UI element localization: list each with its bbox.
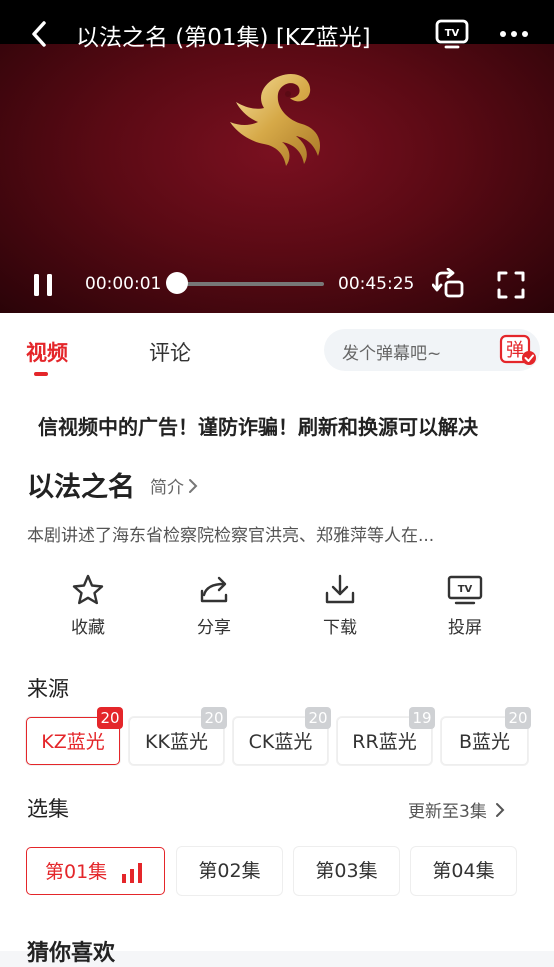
pause-icon[interactable]: [30, 272, 56, 298]
source-chip[interactable]: KK蓝光 20: [129, 717, 224, 765]
danmu-placeholder: 发个弹幕吧~: [342, 339, 441, 364]
source-label: KK蓝光: [145, 731, 208, 753]
cast-button[interactable]: TV 投屏: [415, 573, 515, 641]
share-button[interactable]: 分享: [164, 573, 264, 641]
phoenix-logo: [218, 68, 334, 168]
now-playing-icon: [120, 862, 146, 884]
notice-text: 信视频中的广告！谨防诈骗！刷新和换源可以解决: [38, 411, 478, 439]
intro-link[interactable]: 简介: [150, 473, 198, 498]
episode-count-badge: 19: [409, 707, 435, 729]
source-label: CK蓝光: [249, 731, 313, 753]
source-chip[interactable]: CK蓝光 20: [233, 717, 328, 765]
update-status: 更新至3集: [408, 797, 487, 822]
chevron-right-icon: [495, 802, 505, 818]
show-title: 以法之名: [27, 465, 135, 504]
episode-list: 第01集 第02集 第03集 第04集: [26, 847, 546, 897]
more-icon[interactable]: [496, 20, 532, 48]
danmu-input[interactable]: 发个弹幕吧~ 弹: [324, 329, 540, 371]
episodes-heading: 选集: [27, 793, 69, 823]
source-chip[interactable]: RR蓝光 19: [337, 717, 432, 765]
tab-video[interactable]: 视频: [26, 337, 68, 367]
tv-cast-icon[interactable]: TV: [434, 18, 470, 50]
show-description: 本剧讲述了海东省检察院检察官洪亮、郑雅萍等人在...: [27, 521, 527, 546]
danmu-toggle-icon[interactable]: 弹: [498, 333, 538, 367]
total-time: 00:45:25: [338, 274, 414, 294]
rotate-screen-icon[interactable]: [432, 268, 466, 302]
sources-heading: 来源: [27, 673, 69, 703]
episode-label: 第03集: [315, 860, 377, 882]
tab-bar: 视频 评论 发个弹幕吧~ 弹: [0, 313, 554, 387]
progress-knob[interactable]: [166, 272, 188, 294]
danmu-button-label: 弹: [506, 340, 524, 361]
share-icon: [197, 573, 231, 607]
current-time: 00:00:01: [85, 274, 161, 294]
episode-chip[interactable]: 第01集: [26, 847, 165, 895]
favorite-label: 收藏: [38, 613, 138, 638]
favorite-button[interactable]: 收藏: [38, 573, 138, 641]
download-button[interactable]: 下载: [290, 573, 390, 641]
episode-chip[interactable]: 第02集: [177, 847, 282, 895]
notice-marquee: 信视频中的广告！谨防诈骗！刷新和换源可以解决: [28, 409, 522, 439]
cast-label: 投屏: [415, 613, 515, 638]
source-label: B蓝光: [459, 731, 510, 753]
star-icon: [71, 573, 105, 607]
player-controls: 00:00:01 00:45:25: [0, 262, 554, 306]
tab-comments[interactable]: 评论: [149, 337, 191, 367]
video-player[interactable]: 以法之名 (第01集) [KZ蓝光] TV 00:00:01 00:45:25: [0, 0, 554, 313]
episode-chip[interactable]: 第03集: [294, 847, 399, 895]
content-panel: 信视频中的广告！谨防诈骗！刷新和换源可以解决 以法之名 简介 本剧讲述了海东省检…: [0, 387, 554, 951]
action-row: 收藏 分享 下载 TV 投屏: [0, 573, 554, 643]
source-chip[interactable]: B蓝光 20: [441, 717, 528, 765]
svg-text:TV: TV: [445, 28, 460, 39]
episode-label: 第04集: [432, 860, 494, 882]
source-list: KZ蓝光 20 KK蓝光 20 CK蓝光 20 RR蓝光 19 B蓝光 20: [26, 717, 546, 767]
source-chip[interactable]: KZ蓝光 20: [26, 717, 120, 765]
episode-count-badge: 20: [201, 707, 227, 729]
fullscreen-icon[interactable]: [496, 270, 526, 300]
source-label: KZ蓝光: [41, 731, 104, 753]
episode-count-badge: 20: [97, 707, 123, 729]
tab-active-indicator: [34, 372, 48, 376]
source-label: RR蓝光: [352, 731, 416, 753]
recommendations-heading: 猜你喜欢: [27, 935, 115, 967]
back-icon[interactable]: [26, 18, 54, 50]
episode-chip[interactable]: 第04集: [411, 847, 516, 895]
episode-label: 第01集: [45, 861, 107, 883]
download-icon: [323, 573, 357, 607]
intro-label: 简介: [150, 473, 184, 498]
chevron-right-icon: [188, 478, 198, 494]
download-label: 下载: [290, 613, 390, 638]
episode-count-badge: 20: [305, 707, 331, 729]
tv-cast-icon: TV: [447, 573, 483, 607]
progress-bar[interactable]: [176, 282, 324, 286]
share-label: 分享: [164, 613, 264, 638]
update-status-link[interactable]: 更新至3集: [408, 797, 505, 822]
svg-text:TV: TV: [458, 584, 473, 595]
episode-count-badge: 20: [505, 707, 531, 729]
episode-label: 第02集: [198, 860, 260, 882]
video-title: 以法之名 (第01集) [KZ蓝光]: [76, 18, 371, 52]
